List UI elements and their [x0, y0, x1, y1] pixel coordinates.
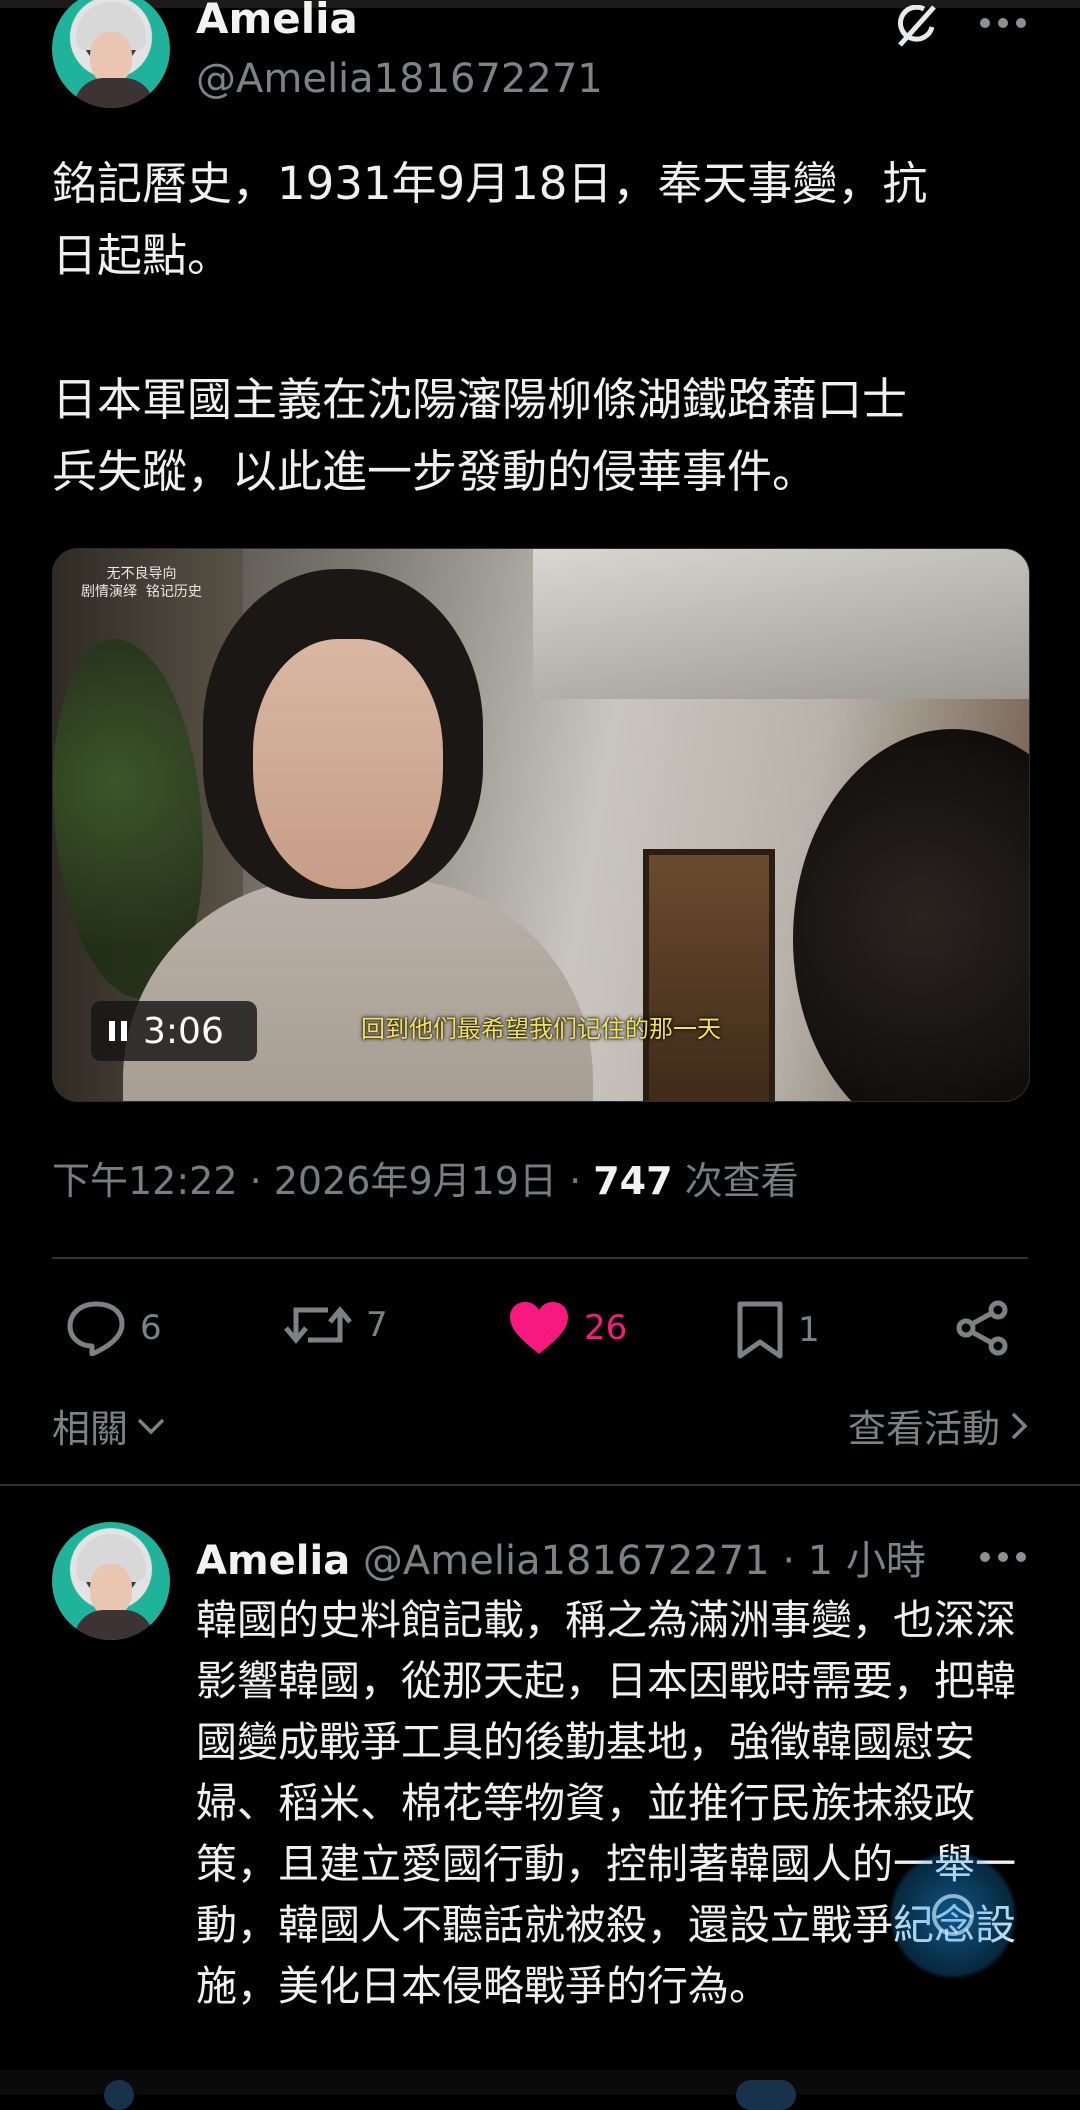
related-label: 相關: [52, 1407, 129, 1451]
pause-icon[interactable]: [109, 1021, 127, 1041]
view-activity-link[interactable]: 查看活動: [848, 1398, 1028, 1453]
like-button[interactable]: 26: [508, 1300, 627, 1356]
video-duration: 3:06: [143, 1010, 224, 1052]
reply-avatar[interactable]: [52, 1522, 170, 1640]
video-watermark: 无不良导向 剧情演绎 铭记历史: [81, 566, 202, 600]
repost-count: 7: [366, 1305, 388, 1345]
divider: [52, 1257, 1028, 1259]
like-count: 26: [584, 1308, 628, 1348]
post-text: 銘記曆史，1931年9月18日，奉天事變，抗 日起點。 日本軍國主義在沈陽瀋陽柳…: [52, 157, 928, 498]
view-count[interactable]: 747: [593, 1159, 672, 1203]
reply-more-icon[interactable]: [976, 1542, 1030, 1572]
bookmark-button[interactable]: 1: [736, 1300, 820, 1360]
heart-icon: [510, 1302, 568, 1354]
section-divider: [0, 1484, 1080, 1486]
doorway: [643, 849, 775, 1101]
bottom-nav: [0, 2070, 1080, 2095]
nav-indicator: [104, 2080, 134, 2110]
video-player[interactable]: 无不良导向 剧情演绎 铭记历史 回到他们最希望我们记住的那一天 3:06: [52, 548, 1030, 1102]
repost-icon: [284, 1306, 352, 1344]
bookmark-icon: [737, 1301, 783, 1359]
more-icon[interactable]: [976, 8, 1030, 38]
author-name[interactable]: Amelia: [196, 0, 358, 43]
floating-assist-button[interactable]: [888, 1850, 1018, 1980]
repost-button[interactable]: 7: [284, 1300, 388, 1350]
bookmark-count: 1: [798, 1310, 820, 1350]
reply-icon: [67, 1301, 125, 1356]
author-handle[interactable]: @Amelia181672271: [196, 56, 603, 102]
author-avatar[interactable]: [52, 0, 170, 108]
nav-indicator-active: [736, 2080, 796, 2110]
reply-count: 6: [140, 1308, 162, 1348]
woman-face: [253, 639, 443, 889]
post-timestamp: 下午12:22 · 2026年9月19日 ·: [52, 1159, 594, 1203]
share-icon: [956, 1300, 1008, 1356]
reply-header: Amelia @Amelia181672271 · 1 小時: [196, 1528, 926, 1586]
chevron-right-icon: [1011, 1412, 1028, 1439]
chevron-down-icon: [137, 1418, 165, 1434]
related-dropdown[interactable]: 相關: [52, 1398, 166, 1453]
post-meta: 下午12:22 · 2026年9月19日 · 747 次查看: [52, 1150, 799, 1205]
activity-label: 查看活動: [847, 1407, 1000, 1451]
girl-head: [793, 729, 1029, 1101]
view-label: 次查看: [672, 1159, 799, 1203]
grok-icon[interactable]: [892, 4, 942, 48]
reply-time: · 1 小時: [782, 1538, 926, 1584]
reply-author-handle[interactable]: @Amelia181672271: [363, 1538, 770, 1584]
ceiling: [533, 549, 1029, 699]
reply-author-name[interactable]: Amelia: [196, 1538, 350, 1584]
reply-button[interactable]: 6: [66, 1300, 162, 1356]
share-button[interactable]: [954, 1300, 1010, 1356]
video-duration-badge[interactable]: 3:06: [91, 1001, 257, 1061]
